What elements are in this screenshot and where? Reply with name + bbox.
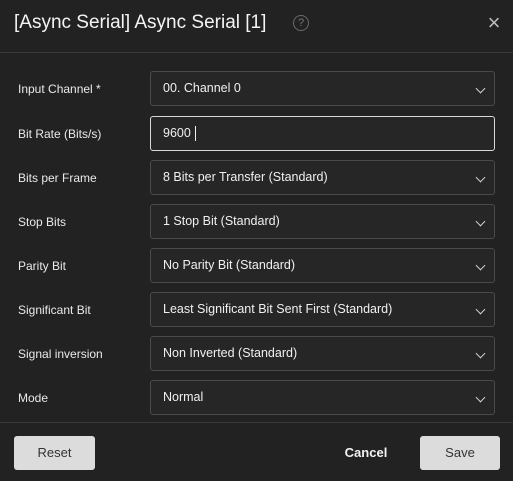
signal-inversion-value: Non Inverted (Standard) bbox=[163, 346, 298, 360]
chevron-down-icon bbox=[475, 304, 486, 315]
help-icon[interactable]: ? bbox=[293, 15, 309, 31]
chevron-down-icon bbox=[475, 83, 486, 94]
stop-bits-value: 1 Stop Bit (Standard) bbox=[163, 214, 280, 228]
signal-inversion-label: Signal inversion bbox=[18, 347, 103, 361]
bit-rate-input[interactable]: 9600 bbox=[150, 116, 495, 151]
mode-select[interactable]: Normal bbox=[150, 380, 495, 415]
bit-rate-value: 9600 bbox=[163, 126, 191, 140]
chevron-down-icon bbox=[475, 172, 486, 183]
stop-bits-label: Stop Bits bbox=[18, 215, 67, 229]
input-channel-select[interactable]: 00. Channel 0 bbox=[150, 71, 495, 106]
cancel-button[interactable]: Cancel bbox=[338, 436, 394, 470]
chevron-down-icon bbox=[475, 216, 486, 227]
bits-per-frame-label: Bits per Frame bbox=[18, 171, 97, 185]
bit-rate-label: Bit Rate (Bits/s) bbox=[18, 127, 102, 141]
close-icon[interactable]: × bbox=[484, 12, 504, 34]
mode-label: Mode bbox=[18, 391, 49, 405]
bits-per-frame-value: 8 Bits per Transfer (Standard) bbox=[163, 170, 328, 184]
input-channel-label: Input Channel * bbox=[18, 82, 101, 96]
dialog-title: [Async Serial] Async Serial [1] bbox=[14, 12, 267, 33]
chevron-down-icon bbox=[475, 260, 486, 271]
parity-bit-value: No Parity Bit (Standard) bbox=[163, 258, 295, 272]
bits-per-frame-select[interactable]: 8 Bits per Transfer (Standard) bbox=[150, 160, 495, 195]
text-cursor bbox=[195, 126, 196, 141]
parity-bit-label: Parity Bit bbox=[18, 259, 67, 273]
signal-inversion-select[interactable]: Non Inverted (Standard) bbox=[150, 336, 495, 371]
parity-bit-select[interactable]: No Parity Bit (Standard) bbox=[150, 248, 495, 283]
significant-bit-select[interactable]: Least Significant Bit Sent First (Standa… bbox=[150, 292, 495, 327]
mode-value: Normal bbox=[163, 390, 204, 404]
save-button[interactable]: Save bbox=[420, 436, 500, 470]
reset-button[interactable]: Reset bbox=[14, 436, 95, 470]
async-serial-dialog: [Async Serial] Async Serial [1] ? × Inpu… bbox=[0, 0, 513, 481]
significant-bit-label: Significant Bit bbox=[18, 303, 91, 317]
stop-bits-select[interactable]: 1 Stop Bit (Standard) bbox=[150, 204, 495, 239]
chevron-down-icon bbox=[475, 348, 486, 359]
chevron-down-icon bbox=[475, 392, 486, 403]
dialog-header: [Async Serial] Async Serial [1] ? × bbox=[0, 0, 513, 53]
significant-bit-value: Least Significant Bit Sent First (Standa… bbox=[163, 302, 393, 316]
input-channel-value: 00. Channel 0 bbox=[163, 81, 241, 95]
